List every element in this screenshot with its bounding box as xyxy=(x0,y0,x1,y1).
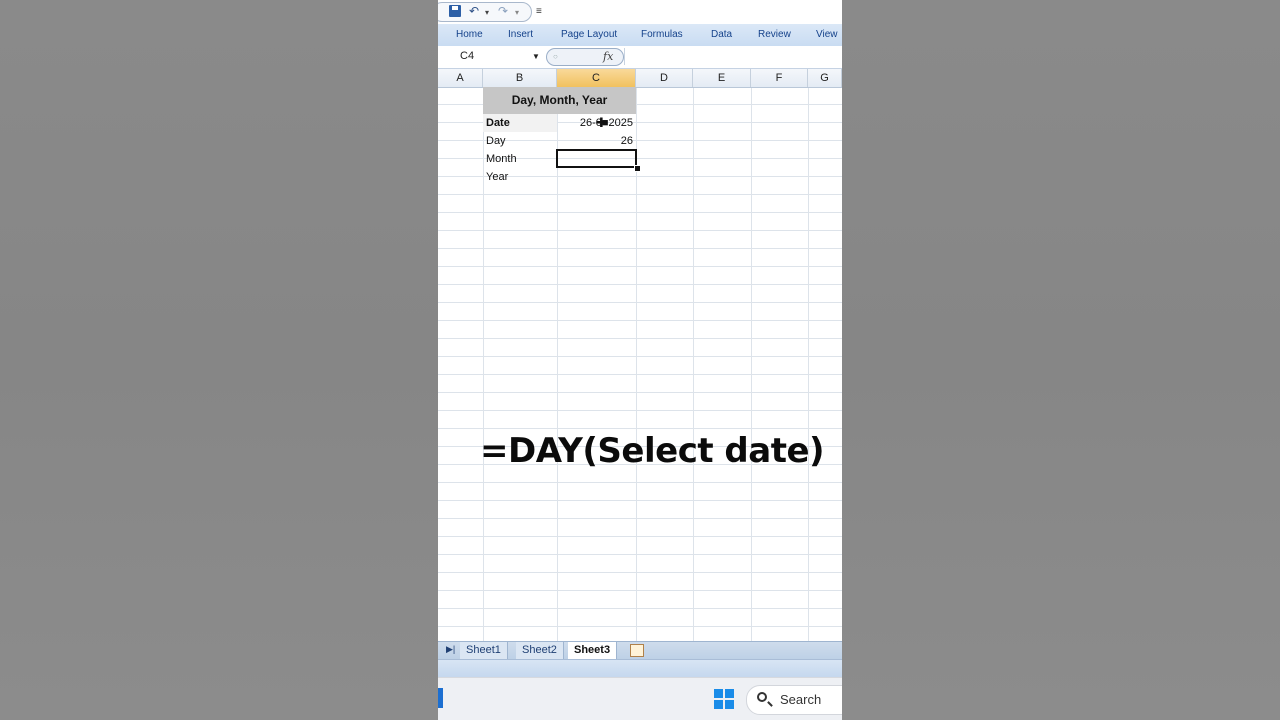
quick-access-toolbar: ↶ ▾ ↷ ▾ ≡ xyxy=(438,0,842,25)
status-bar xyxy=(438,659,842,678)
gridline xyxy=(808,69,809,641)
title-cell[interactable]: Day, Month, Year xyxy=(483,87,636,114)
tab-insert[interactable]: Insert xyxy=(508,24,533,46)
sheet-tab-sheet2[interactable]: Sheet2 xyxy=(516,642,564,659)
sheet-tabs-bar: ▶| Sheet1 Sheet2 Sheet3 xyxy=(438,641,842,660)
cell-cursor-icon: ✚ xyxy=(596,115,607,130)
tab-home[interactable]: Home xyxy=(456,24,483,46)
taskbar-app-indicator[interactable] xyxy=(438,688,443,708)
formula-tools: ○ fx xyxy=(546,48,624,66)
column-header-b[interactable]: B xyxy=(483,69,557,87)
worksheet-grid[interactable]: A B C D E F G Day, Month, Year Date 26-0… xyxy=(438,69,842,641)
insert-function-button[interactable]: fx xyxy=(603,49,613,65)
column-header-c[interactable]: C xyxy=(557,69,636,87)
sheet-tab-sheet3[interactable]: Sheet3 xyxy=(568,642,618,659)
day-value-cell[interactable]: 26 xyxy=(557,132,636,150)
formula-bar: C4 ▼ ○ fx xyxy=(438,46,842,69)
column-header-d[interactable]: D xyxy=(636,69,693,87)
column-header-f[interactable]: F xyxy=(751,69,808,87)
column-header-e[interactable]: E xyxy=(693,69,751,87)
day-label-cell[interactable]: Day xyxy=(483,132,557,150)
taskbar-search-box[interactable]: Search xyxy=(746,685,842,715)
windows-start-icon[interactable] xyxy=(714,689,735,710)
background-right xyxy=(842,0,1280,720)
selected-cell-c4[interactable] xyxy=(556,149,637,168)
redo-icon[interactable]: ↷ xyxy=(498,4,508,18)
insert-sheet-icon[interactable] xyxy=(630,644,644,657)
search-label: Search xyxy=(780,692,822,707)
undo-dropdown-icon[interactable]: ▾ xyxy=(485,6,489,20)
redo-dropdown-icon[interactable]: ▾ xyxy=(515,6,519,20)
name-box[interactable]: C4 xyxy=(442,48,542,65)
sheet-tab-sheet1[interactable]: Sheet1 xyxy=(460,642,508,659)
column-header-a[interactable]: A xyxy=(438,69,483,87)
fill-handle[interactable] xyxy=(634,165,641,172)
excel-window: ↶ ▾ ↷ ▾ ≡ Home Insert Page Layout Formul… xyxy=(438,0,842,720)
tab-formulas[interactable]: Formulas xyxy=(641,24,683,46)
date-label-cell[interactable]: Date xyxy=(483,114,557,132)
ribbon-tabs: Home Insert Page Layout Formulas Data Re… xyxy=(438,24,842,47)
formula-hint-overlay: =DAY(Select date) xyxy=(480,431,825,471)
sheet-nav-last-icon[interactable]: ▶| xyxy=(446,644,455,655)
tab-review[interactable]: Review xyxy=(758,24,791,46)
column-header-g[interactable]: G xyxy=(808,69,842,87)
background-left xyxy=(0,0,438,720)
undo-icon[interactable]: ↶ xyxy=(469,4,479,18)
search-icon xyxy=(757,692,767,702)
tab-page-layout[interactable]: Page Layout xyxy=(561,24,617,46)
year-label-cell[interactable]: Year xyxy=(483,168,557,186)
formula-input[interactable] xyxy=(624,48,842,65)
windows-taskbar: Search xyxy=(438,677,842,720)
cancel-circle-icon[interactable]: ○ xyxy=(553,52,558,61)
save-icon[interactable] xyxy=(449,5,461,17)
tab-data[interactable]: Data xyxy=(711,24,732,46)
name-box-dropdown-icon[interactable]: ▼ xyxy=(532,52,540,61)
tab-view[interactable]: View xyxy=(816,24,838,46)
gridline xyxy=(693,69,694,641)
year-value-cell[interactable] xyxy=(557,168,636,186)
gridline xyxy=(751,69,752,641)
month-label-cell[interactable]: Month xyxy=(483,150,557,168)
column-header-row: A B C D E F G xyxy=(438,69,842,88)
customize-toolbar-icon[interactable]: ≡ xyxy=(536,5,542,19)
